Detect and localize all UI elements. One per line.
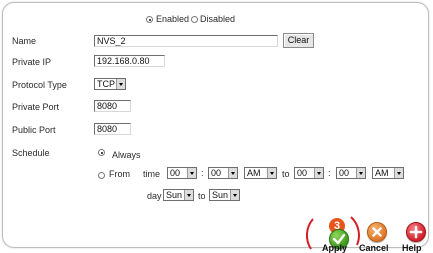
from-label: From: [109, 169, 130, 179]
cancel-button[interactable]: [367, 222, 387, 242]
day-label: day: [147, 191, 162, 201]
protocol-type-label: Protocol Type: [12, 80, 67, 90]
protocol-type-value: TCP: [97, 79, 115, 89]
time-to-label: to: [282, 169, 290, 179]
name-field[interactable]: NVS_2: [94, 35, 278, 47]
chevron-down-icon: [184, 190, 193, 200]
chevron-down-icon: [356, 168, 365, 178]
end-hour-value: 00: [297, 168, 308, 178]
private-ip-label: Private IP: [12, 57, 52, 67]
from-radio[interactable]: [98, 172, 105, 179]
clear-button[interactable]: Clear: [283, 33, 314, 48]
disabled-radio[interactable]: [191, 16, 198, 23]
protocol-type-select[interactable]: TCP: [94, 78, 126, 90]
chevron-down-icon: [187, 168, 196, 178]
start-hour-value: 00: [170, 168, 181, 178]
start-minute-select[interactable]: 00: [208, 167, 238, 179]
day-to-label: to: [198, 191, 206, 201]
private-ip-field[interactable]: 192.168.0.80: [94, 55, 165, 67]
chevron-down-icon: [267, 168, 276, 178]
always-label: Always: [112, 150, 141, 160]
help-button[interactable]: [406, 222, 426, 242]
chevron-down-icon: [228, 168, 237, 178]
chevron-down-icon: [314, 168, 323, 178]
end-minute-select[interactable]: 00: [336, 167, 366, 179]
start-minute-value: 00: [211, 168, 222, 178]
x-icon: [372, 227, 382, 237]
schedule-label: Schedule: [12, 148, 50, 158]
enabled-radio[interactable]: [146, 16, 153, 23]
private-port-label: Private Port: [12, 102, 60, 112]
name-label: Name: [12, 36, 37, 46]
chevron-down-icon: [230, 190, 239, 200]
public-port-field[interactable]: 8080: [94, 123, 131, 135]
time-label: time: [143, 169, 161, 179]
end-day-value: Sun: [212, 190, 229, 200]
start-ampm-value: AM: [247, 168, 261, 178]
end-day-select[interactable]: Sun: [209, 189, 240, 201]
time-separator: :: [201, 168, 204, 178]
end-hour-select[interactable]: 00: [294, 167, 324, 179]
rule-editor-panel: Enabled Disabled Name NVS_2 Clear Privat…: [2, 2, 429, 253]
start-day-select[interactable]: Sun: [163, 189, 194, 201]
end-ampm-value: AM: [375, 168, 389, 178]
public-port-label: Public Port: [12, 125, 56, 135]
plus-icon: [409, 225, 423, 239]
start-hour-select[interactable]: 00: [167, 167, 197, 179]
start-day-value: Sun: [166, 190, 183, 200]
enabled-label: Enabled: [156, 14, 190, 24]
start-ampm-select[interactable]: AM: [244, 167, 277, 179]
private-port-field[interactable]: 8080: [94, 100, 131, 112]
time-separator: :: [328, 168, 331, 178]
chevron-down-icon: [394, 168, 403, 178]
always-radio[interactable]: [98, 149, 105, 156]
end-ampm-select[interactable]: AM: [372, 167, 404, 179]
chevron-down-icon: [116, 79, 125, 89]
disabled-label: Disabled: [200, 14, 236, 24]
end-minute-value: 00: [339, 168, 350, 178]
